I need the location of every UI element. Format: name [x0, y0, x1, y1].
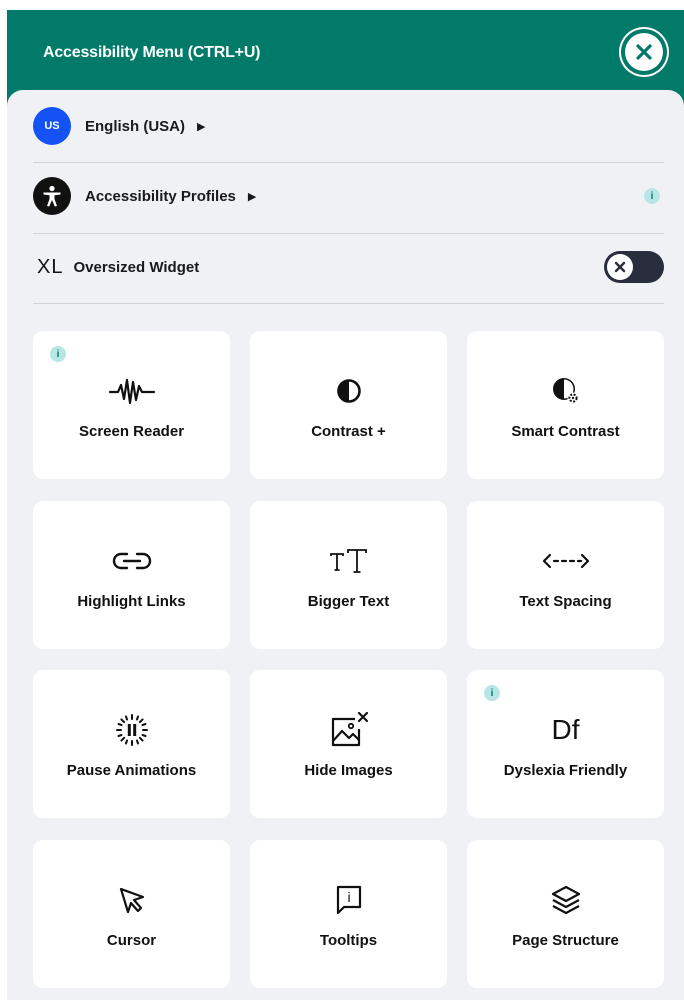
language-selector[interactable]: US English (USA) ▶ — [33, 92, 664, 160]
oversized-label: Oversized Widget — [73, 258, 200, 276]
tile-smart-contrast[interactable]: Smart Contrast — [467, 331, 664, 479]
language-label: English (USA) — [85, 117, 185, 135]
tile-hide-images[interactable]: Hide Images — [250, 670, 447, 818]
info-icon[interactable]: i — [484, 685, 500, 701]
profiles-label: Accessibility Profiles — [85, 187, 236, 205]
link-icon — [112, 552, 151, 570]
caret-right-icon: ▶ — [197, 120, 206, 133]
caret-right-icon: ▶ — [247, 190, 257, 203]
tile-label: Pause Animations — [66, 762, 197, 779]
dyslexia-icon: Df — [551, 714, 580, 745]
tile-label: Cursor — [106, 932, 157, 949]
tile-highlight-links[interactable]: Highlight Links — [33, 501, 230, 649]
panel-body: US English (USA) ▶ Accessibility Profile… — [7, 90, 684, 1000]
accessibility-panel: Accessibility Menu (CTRL+U) US English (… — [7, 10, 684, 1000]
tile-dyslexia-friendly[interactable]: i Df Dyslexia Friendly — [467, 670, 664, 818]
accessibility-profiles[interactable]: Accessibility Profiles ▶ i — [33, 162, 664, 230]
tile-label: Bigger Text — [307, 593, 390, 610]
tile-label: Screen Reader — [78, 423, 185, 440]
tile-label: Highlight Links — [77, 593, 186, 610]
tile-screen-reader[interactable]: i Screen Reader — [33, 331, 230, 479]
hide-image-icon — [331, 711, 368, 747]
tile-label: Tooltips — [319, 932, 378, 949]
cursor-icon — [119, 887, 144, 914]
close-icon — [625, 33, 663, 71]
tile-label: Dyslexia Friendly — [503, 762, 628, 779]
tile-contrast[interactable]: Contrast + — [250, 331, 447, 479]
divider — [33, 303, 664, 304]
tile-label: Contrast + — [311, 423, 386, 440]
accessibility-person-icon — [33, 177, 71, 215]
tooltip-icon: i — [336, 885, 361, 915]
tile-bigger-text[interactable]: Bigger Text — [250, 501, 447, 649]
waveform-icon — [108, 378, 155, 405]
xl-icon: XL — [37, 255, 64, 278]
tile-page-structure[interactable]: Page Structure — [467, 840, 664, 988]
panel-title: Accessibility Menu (CTRL+U) — [43, 44, 261, 61]
tooltip-glyph: i — [347, 889, 350, 905]
close-button[interactable] — [619, 27, 669, 77]
contrast-icon — [336, 379, 361, 403]
layers-icon — [551, 885, 580, 915]
pause-icon — [115, 714, 148, 746]
info-icon[interactable]: i — [50, 346, 66, 362]
toggle-x-icon — [607, 254, 633, 280]
tile-text-spacing[interactable]: Text Spacing — [467, 501, 664, 649]
tile-tooltips[interactable]: i Tooltips — [250, 840, 447, 988]
tile-label: Hide Images — [304, 762, 393, 779]
text-size-icon — [329, 549, 367, 573]
tile-pause-animations[interactable]: Pause Animations — [33, 670, 230, 818]
oversized-toggle[interactable] — [604, 251, 664, 283]
tile-label: Page Structure — [512, 932, 619, 949]
oversized-widget-row: XL Oversized Widget — [33, 233, 664, 301]
info-icon[interactable]: i — [644, 188, 660, 204]
language-badge: US — [33, 107, 71, 145]
tile-cursor[interactable]: Cursor — [33, 840, 230, 988]
tile-label: Smart Contrast — [511, 423, 620, 440]
text-spacing-icon — [542, 553, 589, 569]
smart-contrast-icon — [552, 378, 578, 404]
tile-label: Text Spacing — [519, 593, 612, 610]
